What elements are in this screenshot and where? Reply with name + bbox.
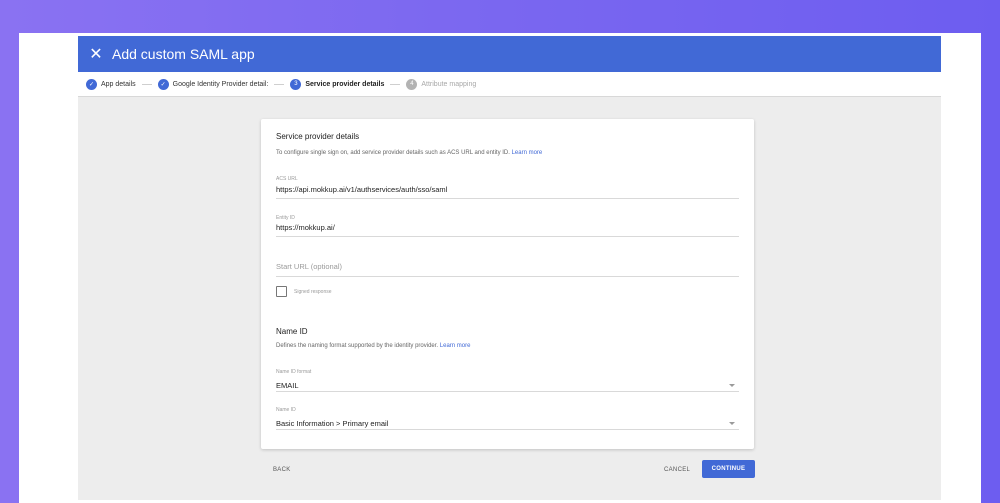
name-id-format-value: EMAIL xyxy=(276,381,299,390)
learn-more-link[interactable]: Learn more xyxy=(440,343,471,349)
step-app-details[interactable]: ✓ App details xyxy=(86,78,136,90)
card-title: Service provider details xyxy=(276,132,360,141)
step-label: Service provider details xyxy=(305,80,385,88)
back-button[interactable]: BACK xyxy=(273,467,291,473)
signed-response-label: Signed response xyxy=(294,288,332,295)
step-divider xyxy=(274,83,285,85)
step-google-idp-details[interactable]: ✓ Google Identity Provider detail: xyxy=(157,78,269,90)
step-attribute-mapping[interactable]: 4 Attribute mapping xyxy=(406,78,477,90)
step-label: App details xyxy=(101,80,136,88)
name-id-select[interactable]: Name ID Basic Information > Primary emai… xyxy=(276,407,739,430)
signed-response-checkbox[interactable] xyxy=(276,286,287,297)
step-label: Attribute mapping xyxy=(421,80,477,88)
name-id-label: Name ID xyxy=(276,407,296,413)
service-provider-card: Service provider details To configure si… xyxy=(261,119,754,449)
name-id-title: Name ID xyxy=(276,327,308,336)
name-id-description: Defines the naming format supported by t… xyxy=(276,343,470,349)
step-service-provider-details[interactable]: 3 Service provider details xyxy=(290,78,385,90)
card-description: To configure single sign on, add service… xyxy=(276,150,542,156)
step-divider xyxy=(390,83,401,85)
step-label: Google Identity Provider detail: xyxy=(172,80,269,88)
card-description-text: To configure single sign on, add service… xyxy=(276,150,510,156)
continue-button[interactable]: CONTINUE xyxy=(702,460,755,478)
saml-app-dialog: ✕ Add custom SAML app ✓ App details ✓ Go… xyxy=(78,36,941,500)
entity-id-input[interactable] xyxy=(276,223,739,232)
signed-response-row: Signed response xyxy=(276,286,332,297)
name-id-value: Basic Information > Primary email xyxy=(276,419,389,428)
acs-url-label: ACS URL xyxy=(276,176,298,182)
check-icon: ✓ xyxy=(86,78,97,90)
close-icon[interactable]: ✕ xyxy=(86,44,106,64)
step-number-icon: 4 xyxy=(406,78,418,90)
stepper: ✓ App details ✓ Google Identity Provider… xyxy=(78,72,941,97)
chevron-down-icon xyxy=(729,422,735,425)
step-number-icon: 3 xyxy=(290,78,302,90)
learn-more-link[interactable]: Learn more xyxy=(512,150,543,156)
step-divider xyxy=(141,83,152,85)
name-id-format-label: Name ID format xyxy=(276,369,312,375)
chevron-down-icon xyxy=(729,384,735,387)
start-url-input[interactable] xyxy=(276,262,739,271)
top-bar: ✕ Add custom SAML app xyxy=(78,36,941,72)
check-icon: ✓ xyxy=(157,78,169,90)
entity-id-field: Entity ID xyxy=(276,215,739,237)
entity-id-label: Entity ID xyxy=(276,215,295,221)
name-id-description-text: Defines the naming format supported by t… xyxy=(276,343,439,349)
acs-url-field: ACS URL xyxy=(276,176,739,199)
name-id-format-select[interactable]: Name ID format EMAIL xyxy=(276,369,739,392)
acs-url-input[interactable] xyxy=(276,185,739,194)
cancel-button[interactable]: CANCEL xyxy=(664,467,690,473)
start-url-field xyxy=(276,262,739,277)
page-title: Add custom SAML app xyxy=(112,46,255,62)
